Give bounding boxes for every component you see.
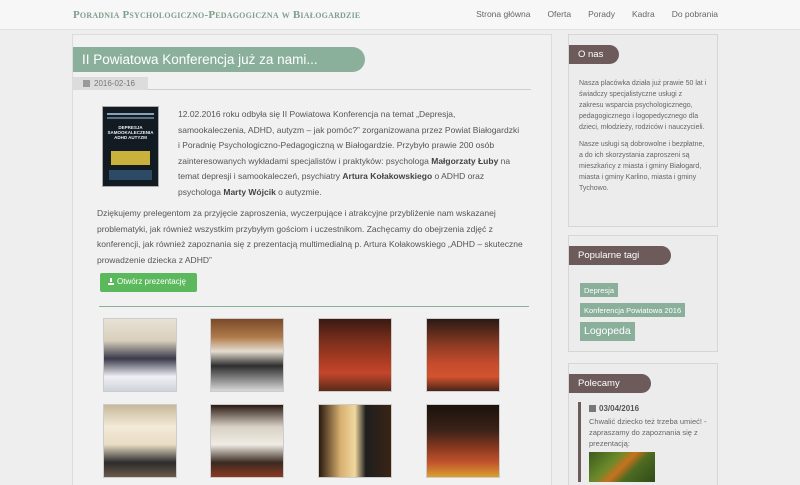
recommended-item[interactable]: 03/04/2016 Chwalić dziecko też trzeba um… <box>578 402 711 482</box>
recommended-date: 03/04/2016 <box>589 404 711 413</box>
nav-item-advice[interactable]: Porady <box>588 9 615 19</box>
sidebar-about-heading: O nas <box>569 45 619 64</box>
open-presentation-button[interactable]: Otwórz prezentację <box>100 273 197 292</box>
gallery-photo[interactable] <box>210 318 284 392</box>
divider <box>99 306 529 307</box>
tag-konferencja[interactable]: Konferencja Powiatowa 2016 <box>580 303 686 317</box>
article-panel: II Powiatowa Konferencja już za nami... … <box>72 34 552 485</box>
recommended-image[interactable] <box>589 452 655 482</box>
post-meta: 2016-02-16 <box>73 77 531 90</box>
recommended-text[interactable]: Chwalić dziecko też trzeba umieć! - zapr… <box>589 416 711 449</box>
site-brand[interactable]: Poradnia Psychologiczno-Pedagogiczna w B… <box>73 9 360 21</box>
gallery-photo[interactable] <box>318 318 392 392</box>
gallery-photo[interactable] <box>210 404 284 478</box>
nav-item-staff[interactable]: Kadra <box>632 9 655 19</box>
gallery-photo[interactable] <box>103 318 177 392</box>
post-date-text: 2016-02-16 <box>94 79 135 88</box>
calendar-icon <box>83 80 90 87</box>
sidebar-tags-heading: Popularne tagi <box>569 246 671 265</box>
tag-depresja[interactable]: Depresja <box>580 283 619 297</box>
tag-logopeda[interactable]: Logopeda <box>580 322 635 341</box>
download-icon <box>108 278 114 285</box>
sidebar-recommended: Polecamy 03/04/2016 Chwalić dziecko też … <box>568 363 718 485</box>
nav-item-home[interactable]: Strona główna <box>476 9 530 19</box>
top-navbar: Poradnia Psychologiczno-Pedagogiczna w B… <box>0 0 800 30</box>
speaker-name: Małgorzaty Łuby <box>431 155 499 166</box>
speaker-name: Artura Kołakowskiego <box>342 171 433 181</box>
poster-title: DEPRESJA SAMOOKALECZENIA ADHD AUTYZM <box>107 125 154 140</box>
nav-item-downloads[interactable]: Do pobrania <box>672 9 718 19</box>
sidebar-about-text: Nasza placówka działa już prawie 50 lat … <box>579 80 707 192</box>
sidebar-tags: Popularne tagi Depresja Konferencja Powi… <box>568 235 718 352</box>
main-nav: Strona główna Oferta Porady Kadra Do pob… <box>476 9 718 19</box>
post-title[interactable]: II Powiatowa Konferencja już za nami... <box>73 47 365 72</box>
gallery-photo[interactable] <box>426 404 500 478</box>
speaker-name: Marty Wójcik <box>223 186 276 197</box>
post-lead-paragraph: 12.02.2016 roku odbyła się II Powiatowa … <box>178 109 520 197</box>
sidebar-recommended-heading: Polecamy <box>569 374 651 393</box>
gallery-photo[interactable] <box>426 318 500 392</box>
conference-poster-image[interactable]: DEPRESJA SAMOOKALECZENIA ADHD AUTYZM <box>102 106 159 187</box>
gallery-photo[interactable] <box>318 404 392 478</box>
calendar-icon <box>589 405 596 412</box>
post-thanks-paragraph: Dziękujemy prelegentom za przyjęcie zapr… <box>97 208 523 265</box>
nav-item-offer[interactable]: Oferta <box>547 9 571 19</box>
post-date: 2016-02-16 <box>73 77 148 90</box>
sidebar-about: O nas Nasza placówka działa już prawie 5… <box>568 34 718 227</box>
gallery-photo[interactable] <box>103 404 177 478</box>
